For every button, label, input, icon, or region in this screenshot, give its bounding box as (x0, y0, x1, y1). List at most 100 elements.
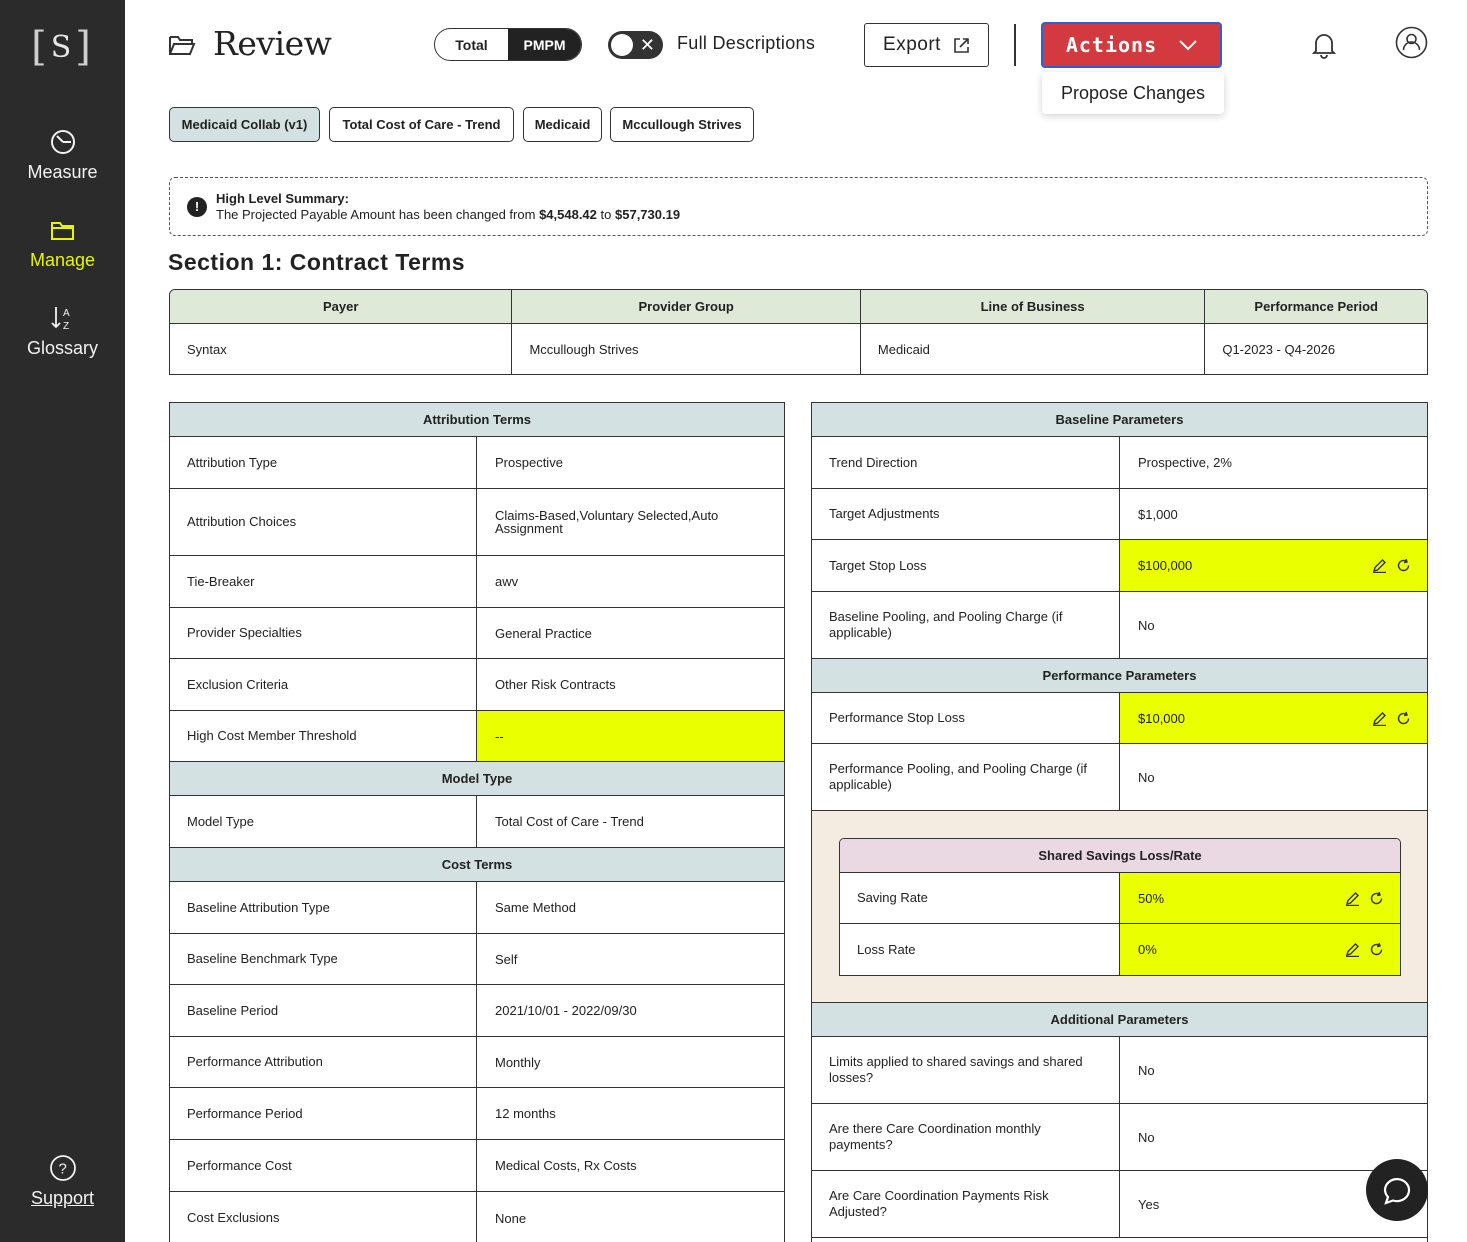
app-logo[interactable]: [ S ] (31, 24, 91, 70)
full-descriptions-switch[interactable]: ✕ (608, 31, 663, 59)
sidebar-item-label: Measure (27, 162, 98, 182)
summary-title: High Level Summary: (216, 191, 349, 206)
cell-provider-group: Mccullough Strives (512, 324, 861, 374)
sidebar-item-glossary[interactable]: A Z Glossary (0, 304, 125, 359)
table-row: Trend Direction Prospective, 2% (812, 437, 1427, 489)
table-row: Saving Rate 50% (840, 873, 1400, 924)
menu-item-propose-changes[interactable]: Propose Changes (1042, 72, 1224, 114)
shared-savings-section: Shared Savings Loss/Rate Saving Rate 50%… (812, 811, 1427, 1003)
sidebar-item-support[interactable]: ? Support (0, 1154, 125, 1209)
changed-value-cell: $10,000 (1120, 693, 1427, 743)
baseline-parameters-header: Baseline Parameters (812, 403, 1427, 437)
attribution-terms-header: Attribution Terms (170, 403, 784, 437)
column-header-payer: Payer (170, 290, 513, 323)
table-row: Attribution Choices Claims-Based,Volunta… (170, 489, 784, 556)
segment-pmpm[interactable]: PMPM (508, 29, 581, 60)
sidebar-item-label: Manage (29, 250, 96, 270)
table-row: Cost Exclusions None (170, 1192, 784, 1242)
table-row: Baseline Pooling, and Pooling Charge (if… (812, 592, 1427, 659)
table-row: Model Type Total Cost of Care - Trend (170, 796, 784, 848)
reset-icon[interactable] (1396, 711, 1411, 726)
export-button[interactable]: Export (864, 23, 989, 67)
changed-value-cell: 50% (1120, 873, 1400, 923)
alert-icon: ! (187, 197, 207, 217)
table-row: Provider Specialties General Practice (170, 608, 784, 659)
chat-support-button[interactable] (1366, 1159, 1428, 1221)
cell-payer: Syntax (170, 324, 513, 374)
table-row: Exclusion Criteria Other Risk Contracts (170, 659, 784, 711)
table-row: Performance Stop Loss $10,000 (812, 693, 1427, 744)
table-row: Performance Period 12 months (170, 1088, 784, 1140)
reset-icon[interactable] (1396, 558, 1411, 573)
switch-knob (611, 34, 633, 56)
chat-icon (1383, 1178, 1411, 1205)
pencil-icon[interactable] (1372, 711, 1387, 726)
contract-terms-table: Payer Provider Group Line of Business Pe… (169, 289, 1428, 375)
sidebar-item-manage[interactable]: Manage (0, 216, 125, 271)
pencil-icon[interactable] (1345, 942, 1360, 957)
high-level-summary: ! High Level Summary: The Projected Paya… (169, 177, 1428, 236)
summary-to-amount: $57,730.19 (615, 207, 681, 222)
pencil-icon[interactable] (1345, 891, 1360, 906)
reset-icon[interactable] (1369, 942, 1384, 957)
reset-icon[interactable] (1369, 891, 1384, 906)
changed-value-cell: -- (477, 711, 784, 761)
table-row: Are there Care Coordination monthly paym… (812, 1104, 1427, 1171)
svg-text:?: ? (58, 1161, 66, 1178)
column-header-provider-group: Provider Group (512, 290, 861, 323)
logo-letter: S (50, 29, 72, 65)
chip-provider-group[interactable]: Mccullough Strives (610, 107, 754, 142)
folder-open-icon (169, 36, 196, 55)
table-row: Are Care Coordination Payments Risk Adju… (812, 1171, 1427, 1238)
performance-parameters-header: Performance Parameters (812, 659, 1427, 693)
additional-parameters-header: Additional Parameters (812, 1003, 1427, 1037)
section-title: Section 1: Contract Terms (168, 249, 466, 275)
table-row: Baseline Period 2021/10/01 - 2022/09/30 (170, 985, 784, 1037)
changed-value-cell: 0% (1120, 924, 1400, 975)
table-row: Target Adjustments $1,000 (812, 489, 1427, 540)
sort-az-icon: A Z (50, 307, 70, 332)
table-row: Limits applied to shared savings and sha… (812, 1037, 1427, 1104)
folder-icon (50, 222, 74, 240)
table-row: Baseline Benchmark Type Self (170, 934, 784, 985)
model-type-header: Model Type (170, 762, 784, 796)
sidebar: [ S ] Measure Manage A Z Glossary ? Supp… (0, 0, 125, 1242)
segment-total[interactable]: Total (435, 29, 508, 60)
close-icon: ✕ (639, 35, 655, 55)
column-header-performance-period: Performance Period (1254, 299, 1378, 314)
export-label: Export (883, 34, 941, 55)
summary-text: The Projected Payable Amount has been ch… (216, 207, 681, 222)
total-pmpm-toggle[interactable]: Total PMPM (434, 28, 582, 61)
chip-model-type[interactable]: Total Cost of Care - Trend (329, 107, 514, 142)
svg-text:Z: Z (63, 321, 69, 332)
header-divider (1014, 24, 1016, 66)
user-avatar-icon[interactable] (1395, 26, 1428, 59)
cost-terms-header: Cost Terms (170, 848, 784, 882)
support-label: Support (30, 1188, 95, 1208)
help-icon: ? (49, 1155, 76, 1181)
shared-savings-table: Shared Savings Loss/Rate Saving Rate 50%… (839, 838, 1401, 976)
pencil-icon[interactable] (1372, 558, 1387, 573)
changed-value-cell: $100,000 (1120, 540, 1427, 591)
full-descriptions-label: Full Descriptions (677, 33, 816, 53)
table-row: Target Stop Loss $100,000 (812, 540, 1427, 592)
sidebar-item-label: Glossary (26, 338, 98, 358)
svg-text:A: A (63, 308, 70, 319)
chip-line-of-business[interactable]: Medicaid (523, 107, 602, 142)
actions-label: Actions (1065, 33, 1158, 57)
right-parameters-panel: Baseline Parameters Trend Direction Pros… (811, 402, 1428, 1242)
cell-line-of-business: Medicaid (861, 324, 1206, 374)
table-row: Performance Pooling, and Pooling Charge … (812, 744, 1427, 811)
chevron-down-icon (1179, 40, 1197, 51)
shared-savings-header: Shared Savings Loss/Rate (840, 839, 1400, 873)
table-row: Tie-Breaker awv (170, 556, 784, 608)
sidebar-item-measure[interactable]: Measure (0, 128, 125, 183)
table-row: Loss Rate 0% (840, 924, 1400, 975)
actions-button[interactable]: Actions (1041, 22, 1222, 68)
bell-icon[interactable] (1311, 31, 1337, 59)
chip-contract-version[interactable]: Medicaid Collab (v1) (169, 107, 320, 142)
measure-icon (50, 130, 75, 154)
table-row: Attribution Type Prospective (170, 437, 784, 489)
cell-performance-period: Q1-2023 - Q4-2026 (1222, 342, 1336, 357)
summary-from-amount: $4,548.42 (539, 207, 597, 222)
